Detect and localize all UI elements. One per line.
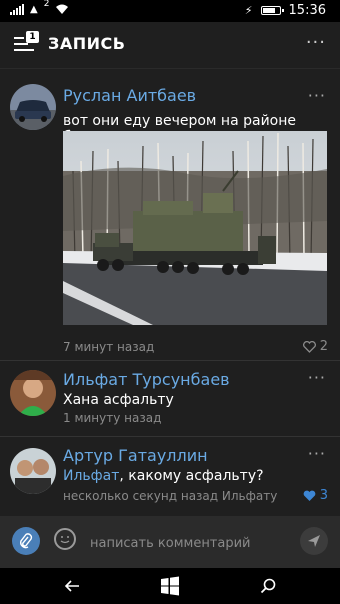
- post-more-icon[interactable]: ···: [308, 86, 326, 105]
- battery-icon: [260, 6, 284, 15]
- hamburger-menu-icon[interactable]: 1: [14, 31, 39, 54]
- attach-button[interactable]: [12, 527, 40, 555]
- back-button[interactable]: [60, 574, 84, 598]
- clock: 15:36: [288, 3, 326, 18]
- post-feed: Руслан Аитбаев ··· вот они еду вечером н…: [0, 68, 340, 516]
- system-nav-bar: [0, 568, 340, 604]
- signal-icon: ▲: [30, 3, 38, 15]
- search-icon: [260, 578, 276, 594]
- back-arrow-icon: [64, 580, 79, 592]
- comment-item: Ильфат Турсунбаев ··· Хана асфальту 1 ми…: [0, 360, 340, 437]
- comment-compose-bar: [0, 516, 340, 568]
- send-button[interactable]: [300, 527, 328, 555]
- like-button[interactable]: 3: [303, 488, 328, 503]
- comment-timestamp: 1 минуту назад: [63, 411, 162, 425]
- windows-logo-icon: [161, 576, 179, 596]
- like-count: 3: [319, 488, 328, 503]
- status-bar: ▲ 2 ⚡ 15:36: [0, 0, 340, 22]
- comment-author[interactable]: Ильфат Турсунбаев: [63, 370, 230, 389]
- start-button[interactable]: [158, 574, 182, 598]
- like-button[interactable]: 2: [302, 339, 328, 354]
- avatar[interactable]: [10, 448, 56, 494]
- avatar[interactable]: [10, 84, 56, 130]
- notification-badge: 1: [26, 31, 39, 43]
- comment-more-icon[interactable]: ···: [308, 368, 326, 387]
- network-indicator: 2: [43, 0, 50, 9]
- comment-author[interactable]: Артур Гатауллин: [63, 446, 208, 465]
- search-button[interactable]: [256, 574, 280, 598]
- comment-text: Ильфат, какому асфальту?: [63, 468, 264, 484]
- send-arrow-icon: [308, 535, 320, 547]
- app-bar: 1 ЗАПИСЬ ···: [0, 22, 340, 69]
- heart-icon: [303, 490, 316, 501]
- comment-more-icon[interactable]: ···: [308, 444, 326, 463]
- comment-timestamp: несколько секунд назад Ильфату: [63, 489, 278, 503]
- emoji-button[interactable]: [54, 528, 76, 550]
- more-options-icon[interactable]: ···: [306, 32, 326, 53]
- smiley-icon: [60, 536, 70, 544]
- comment-input[interactable]: [88, 530, 292, 556]
- comment-text: Хана асфальту: [63, 392, 174, 408]
- comment-text-body: , какому асфальту?: [119, 468, 264, 484]
- post-card: Руслан Аитбаев ··· вот они еду вечером н…: [0, 76, 340, 361]
- avatar[interactable]: [10, 370, 56, 416]
- wifi-icon: [56, 4, 69, 14]
- heart-icon: [302, 340, 316, 353]
- post-timestamp: 7 минут назад: [63, 340, 155, 354]
- post-photo[interactable]: [63, 131, 327, 325]
- charging-icon: ⚡: [244, 4, 253, 17]
- paperclip-icon: [20, 533, 33, 549]
- user-mention[interactable]: Ильфат: [63, 468, 119, 484]
- post-author[interactable]: Руслан Аитбаев: [63, 86, 196, 105]
- page-title: ЗАПИСЬ: [48, 34, 126, 53]
- comment-item: Артур Гатауллин ··· Ильфат, какому асфал…: [0, 436, 340, 516]
- signal-icon: [10, 3, 24, 15]
- like-count: 2: [319, 339, 328, 354]
